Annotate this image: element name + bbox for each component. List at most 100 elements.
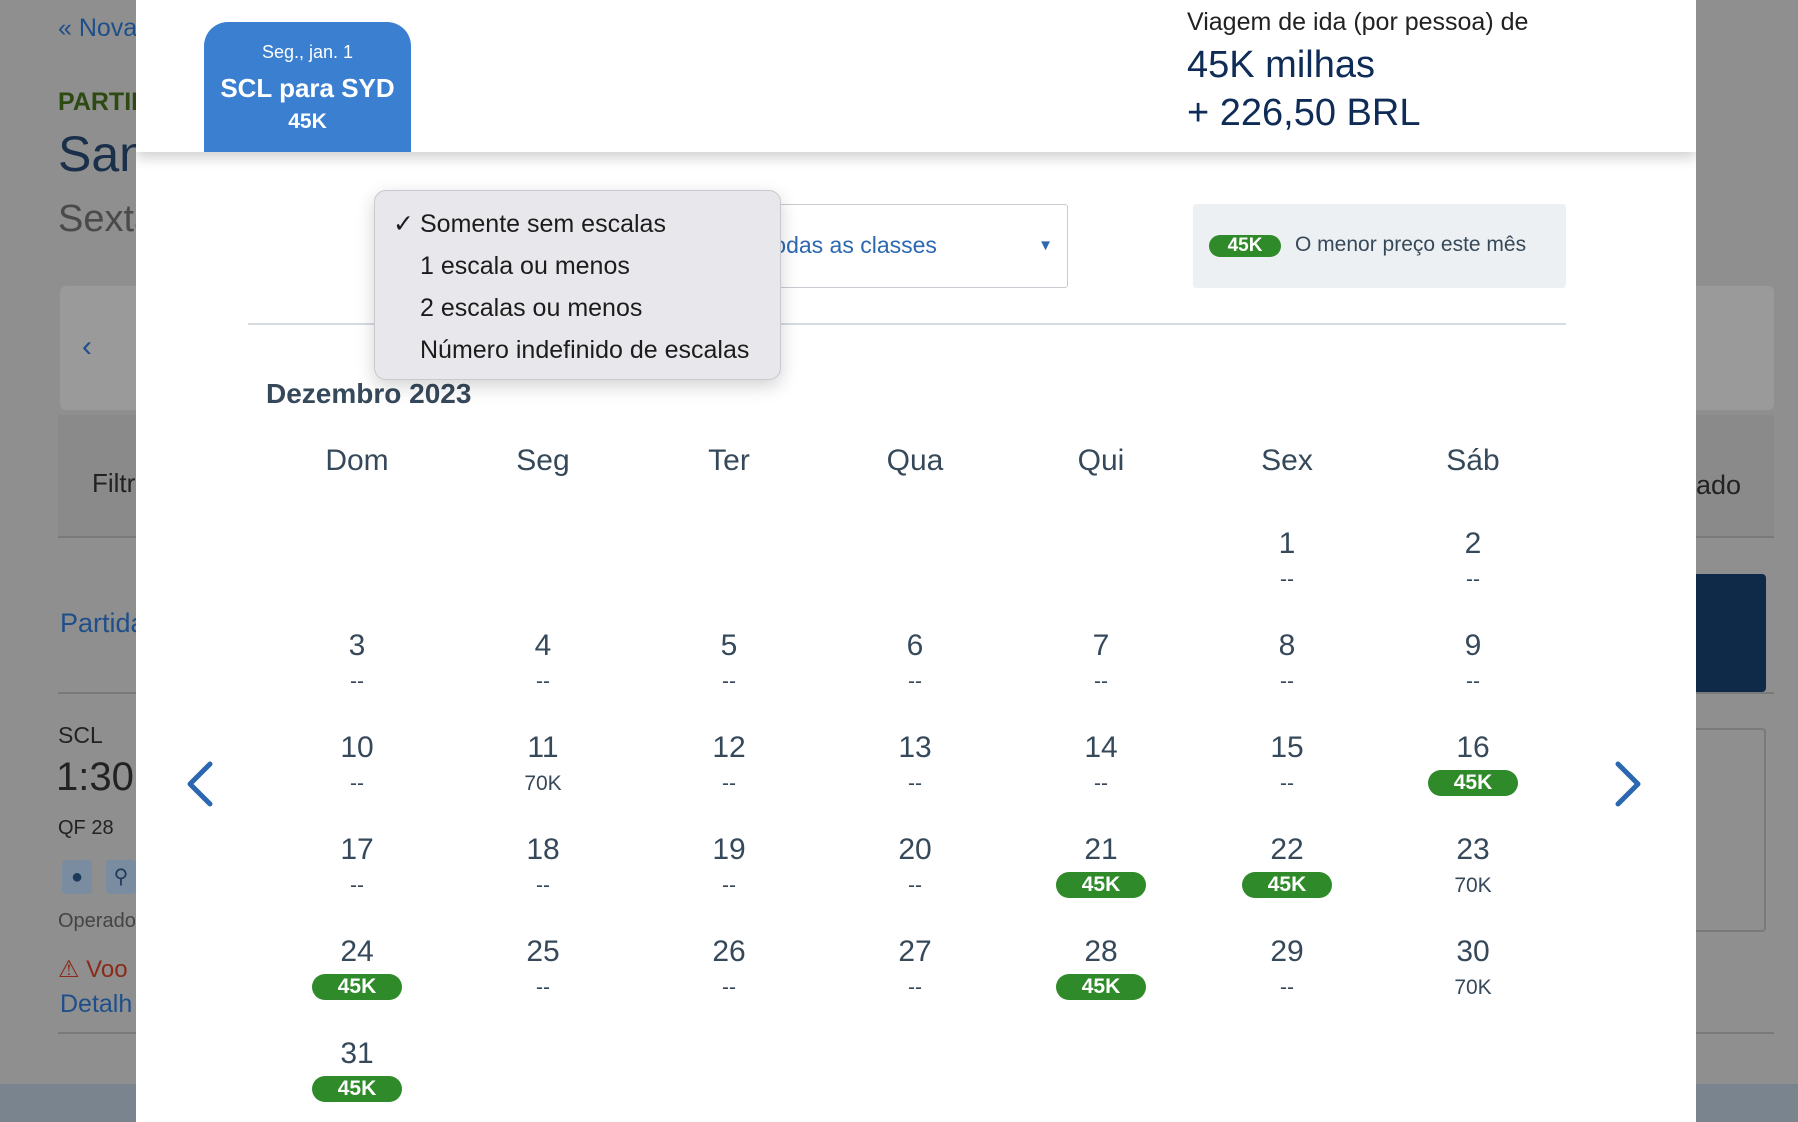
calendar-day[interactable]: 16 45K [1398, 730, 1548, 820]
checkmark-icon: ✓ [393, 210, 414, 238]
calendar-day[interactable]: 31 45K [282, 1036, 432, 1122]
day-price: -- [536, 874, 550, 897]
stops-option[interactable]: 2 escalas ou menos [375, 287, 780, 329]
sort-label[interactable]: ado [1696, 470, 1741, 501]
weekday-label: Sex [1261, 444, 1313, 477]
trip-price-label: Viagem de ida (por pessoa) de [1187, 8, 1529, 36]
calendar-day[interactable]: 25 -- [468, 934, 618, 1024]
day-number: 26 [712, 935, 746, 968]
calendar-day[interactable]: 19 -- [654, 832, 804, 922]
calendar-day[interactable]: 5 -- [654, 628, 804, 718]
chevron-right-icon[interactable] [1608, 756, 1648, 812]
calendar-day[interactable]: 30 70K [1398, 934, 1548, 1024]
stops-dropdown-menu: ✓ Somente sem escalas 1 escala ou menos 2 e… [374, 190, 781, 380]
stops-option[interactable]: 1 escala ou menos [375, 245, 780, 287]
day-price: -- [1280, 670, 1294, 693]
calendar-day[interactable]: 24 45K [282, 934, 432, 1024]
day-number: 17 [340, 833, 374, 866]
tab-route: SCL para SYD [220, 73, 395, 103]
calendar-day[interactable]: 2 -- [1398, 526, 1548, 616]
calendar-day[interactable]: 1 -- [1212, 526, 1362, 616]
day-price: -- [350, 874, 364, 897]
calendar-day[interactable]: 22 45K [1212, 832, 1362, 922]
day-price: -- [722, 670, 736, 693]
calendar-day[interactable]: 28 45K [1026, 934, 1176, 1024]
calendar-day[interactable]: 20 -- [840, 832, 990, 922]
day-number: 2 [1464, 527, 1482, 560]
day-number: 10 [340, 731, 374, 764]
chevron-left-icon[interactable]: ‹ [82, 330, 92, 364]
tab-miles: 45K [288, 110, 327, 133]
day-price: -- [908, 670, 922, 693]
departure-tab[interactable]: Partida [60, 608, 146, 639]
caret-down-icon: ▼ [1038, 237, 1053, 254]
lowest-price-badge: 45K [312, 974, 402, 1000]
weekday-label: Qua [886, 444, 944, 477]
trip-miles: 45K milhas [1187, 44, 1375, 86]
origin-code: SCL [58, 722, 103, 748]
details-link[interactable]: Detalh [60, 990, 132, 1019]
month-title: Dezembro 2023 [266, 378, 472, 409]
day-number: 23 [1456, 833, 1490, 866]
calendar-day[interactable]: 23 70K [1398, 832, 1548, 922]
legend-text: O menor preço este mês [1295, 233, 1527, 256]
selected-column [1690, 574, 1766, 692]
calendar-day[interactable]: 18 -- [468, 832, 618, 922]
calendar-day[interactable]: 7 -- [1026, 628, 1176, 718]
day-price: 70K [1454, 874, 1492, 897]
calendar-day[interactable]: 11 70K [468, 730, 618, 820]
calendar-day[interactable]: 12 -- [654, 730, 804, 820]
day-price: -- [1466, 670, 1480, 693]
new-search-link[interactable]: « Nova [58, 14, 137, 43]
day-price: -- [722, 772, 736, 795]
stops-option-label: Número indefinido de escalas [420, 336, 750, 364]
calendar-day[interactable]: 15 -- [1212, 730, 1362, 820]
day-price: -- [350, 772, 364, 795]
selected-date-tab[interactable]: Seg., jan. 1 SCL para SYD 45K [204, 22, 411, 152]
day-number: 28 [1084, 935, 1118, 968]
day-number: 24 [340, 935, 374, 968]
stops-option[interactable]: ✓ Somente sem escalas [375, 203, 780, 245]
day-price: 70K [524, 772, 562, 795]
day-number: 1 [1278, 527, 1296, 560]
day-number: 21 [1084, 833, 1118, 866]
calendar-day[interactable]: 9 -- [1398, 628, 1548, 718]
calendar-day[interactable]: 13 -- [840, 730, 990, 820]
day-price: -- [1094, 772, 1108, 795]
stops-option-label: 2 escalas ou menos [420, 294, 643, 322]
calendar-day[interactable]: 29 -- [1212, 934, 1362, 1024]
day-number: 20 [898, 833, 932, 866]
day-price: -- [908, 772, 922, 795]
trip-taxes: + 226,50 BRL [1187, 92, 1421, 134]
day-number: 6 [906, 629, 924, 662]
calendar-day[interactable]: 6 -- [840, 628, 990, 718]
calendar-day[interactable]: 21 45K [1026, 832, 1176, 922]
modal-header: Seg., jan. 1 SCL para SYD 45K Viagem de … [136, 0, 1696, 152]
day-number: 13 [898, 731, 932, 764]
calendar-day[interactable]: 4 -- [468, 628, 618, 718]
calendar-day[interactable]: 8 -- [1212, 628, 1362, 718]
calendar-day[interactable]: 17 -- [282, 832, 432, 922]
day-price: -- [536, 670, 550, 693]
day-number: 18 [526, 833, 560, 866]
chevron-left-icon[interactable] [180, 756, 220, 812]
day-number: 15 [1270, 731, 1304, 764]
lowest-price-badge: 45K [1428, 770, 1518, 796]
calendar-day[interactable]: 14 -- [1026, 730, 1176, 820]
day-price: -- [1280, 772, 1294, 795]
day-number: 5 [720, 629, 738, 662]
day-price: -- [536, 976, 550, 999]
weekday-label: Sáb [1446, 444, 1500, 477]
amenity-icons: ● ⚲ [62, 860, 142, 896]
lowest-price-badge: 45K [1056, 872, 1146, 898]
tab-date: Seg., jan. 1 [261, 42, 354, 62]
stops-option[interactable]: Número indefinido de escalas [375, 329, 780, 371]
operated-by: Operado [58, 910, 136, 932]
calendar-day[interactable]: 3 -- [282, 628, 432, 718]
calendar-day[interactable]: 10 -- [282, 730, 432, 820]
filter-label[interactable]: Filtr [92, 468, 135, 499]
calendar-day[interactable]: 26 -- [654, 934, 804, 1024]
calendar-day[interactable]: 27 -- [840, 934, 990, 1024]
day-number: 29 [1270, 935, 1304, 968]
lowest-price-badge: 45K [1056, 974, 1146, 1000]
